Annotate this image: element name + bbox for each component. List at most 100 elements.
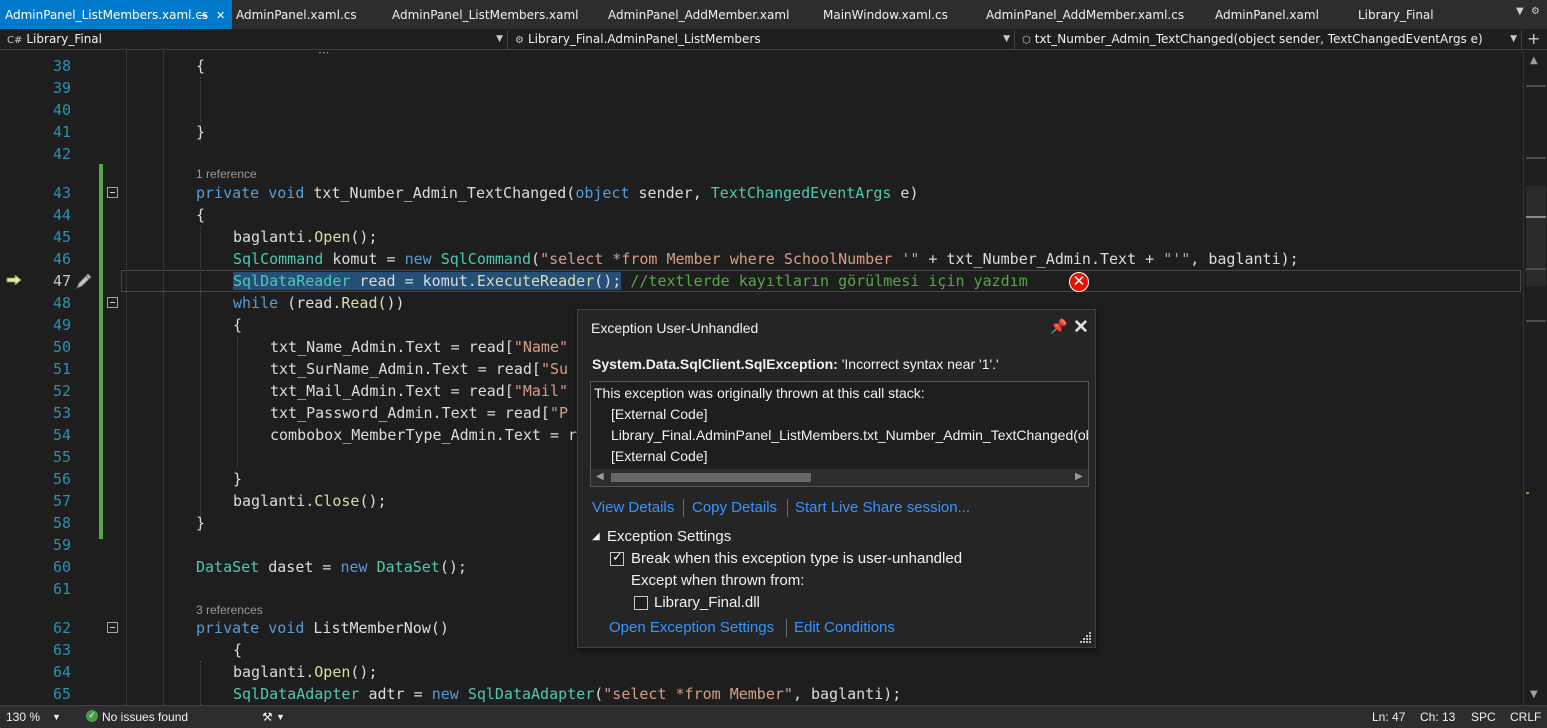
close-icon[interactable]: ✕ [1073,316,1089,339]
chevron-down-icon[interactable]: ▼ [276,712,285,722]
code-token: adtr = [359,685,432,703]
collapse-block-icon[interactable] [107,297,118,308]
code-token: Close [314,492,360,510]
tab-adminpanel-addmember-xaml[interactable]: AdminPanel_AddMember.xaml [608,0,789,29]
code-token: ( [531,250,541,268]
chevron-down-icon[interactable]: ▼ [52,712,61,722]
view-details-link[interactable]: View Details [592,499,674,516]
scrollbar-thumb[interactable] [611,473,811,482]
code-token: baglanti. [233,663,315,681]
code-line-46[interactable]: SqlCommand komut = new SqlCommand("selec… [233,248,1547,270]
line-ending-indicator[interactable]: CRLF [1510,710,1541,724]
link-separator [787,499,788,517]
code-token: sender, [629,184,711,202]
break-on-exception-label: Break when this exception type is user-u… [631,550,963,567]
call-stack-frame[interactable]: Library_Final.AdminPanel_ListMembers.txt… [611,427,1088,443]
code-line-38[interactable]: { [196,55,1547,77]
break-on-exception-checkbox[interactable] [610,550,624,566]
column-indicator[interactable]: Ch: 13 [1420,710,1455,724]
line-indicator[interactable]: Ln: 47 [1372,710,1405,724]
issues-status[interactable]: No issues found [102,710,188,724]
resize-grip-icon[interactable] [1078,630,1092,644]
code-token: () [430,619,449,637]
scroll-up-icon[interactable]: ▲ [1530,55,1538,66]
tab-adminpanel-listmembers-xaml[interactable]: AdminPanel_ListMembers.xaml [392,0,579,29]
tab-adminpanel-addmember-xaml-cs[interactable]: AdminPanel_AddMember.xaml.cs [986,0,1184,29]
code-line-41[interactable]: } [196,121,1547,143]
code-cleanup-brush-icon[interactable]: ⚒ [262,710,273,724]
tab-adminpanel-xaml[interactable]: AdminPanel.xaml [1215,0,1319,29]
class-dropdown[interactable]: ⚙ Library_Final.AdminPanel_ListMembers ▼ [510,30,1015,49]
split-window-icon[interactable]: + [1527,30,1540,48]
scrollbar-marker [1526,85,1546,87]
except-when-thrown-label: Except when thrown from: [631,572,805,589]
line-number-gutter: 38 39 40 41 42 43 44 45 46 47 48 49 50 5… [0,51,100,705]
library-final-dll-label: Library_Final.dll [654,594,760,611]
call-stack-frame[interactable]: [External Code] [611,448,708,464]
open-exception-settings-link[interactable]: Open Exception Settings [609,619,774,636]
horizontal-scrollbar[interactable]: ◀ ▶ [591,469,1088,486]
close-icon[interactable]: ✕ [216,0,225,31]
call-stack-frame[interactable]: [External Code] [611,406,708,422]
scrollbar-thumb[interactable] [1526,186,1546,286]
code-token: while [233,294,279,312]
pin-icon[interactable]: ⊸ [198,0,207,31]
scroll-right-icon[interactable]: ▶ [1075,471,1083,482]
copy-details-link[interactable]: Copy Details [692,499,777,516]
vertical-scrollbar[interactable]: ▲ ▼ [1523,51,1547,705]
line-number: 63 [52,641,71,659]
scroll-down-icon[interactable]: ▼ [1530,689,1538,700]
exception-text: 'Incorrect syntax near '1'.' [841,356,999,372]
tab-adminpanel-listmembers-xaml-cs[interactable]: AdminPanel_ListMembers.xaml.cs ⊸ ✕ [0,0,232,29]
line-number: 46 [52,250,71,268]
settings-icon[interactable]: ⚙ [1531,6,1540,17]
code-line-64[interactable]: baglanti.Open(); [233,661,1547,683]
tab-adminpanel-xaml-cs[interactable]: AdminPanel.xaml.cs [236,0,357,29]
scroll-left-icon[interactable]: ◀ [596,471,604,482]
code-token: "Mail" [513,382,569,400]
code-line-44[interactable]: { [196,204,1547,226]
scrollbar-marker [1526,268,1546,270]
csharp-project-icon: C# [7,35,23,46]
call-stack-box[interactable]: This exception was originally thrown at … [590,381,1089,487]
edit-conditions-link[interactable]: Edit Conditions [794,619,895,636]
collapse-triangle-icon[interactable]: ◢ [592,531,600,542]
code-line-47[interactable]: SqlDataReader read = komut.ExecuteReader… [233,270,1547,292]
library-final-dll-checkbox[interactable] [634,596,648,610]
line-number: 52 [52,382,71,400]
code-line-43[interactable]: private void txt_Number_Admin_TextChange… [196,182,1547,204]
member-dropdown[interactable]: ⬡ txt_Number_Admin_TextChanged(object sen… [1017,30,1522,49]
code-token: "'" [1163,250,1191,268]
whitespace-indicator[interactable]: SPC [1471,710,1496,724]
project-dropdown[interactable]: C# Library_Final ▼ [2,30,508,49]
line-number: 39 [52,79,71,97]
error-icon[interactable]: ✕ [1069,272,1089,292]
codelens-references[interactable]: 3 references [196,603,263,617]
collapse-method-icon[interactable] [107,187,118,198]
tab-mainwindow-xaml-cs[interactable]: MainWindow.xaml.cs [823,0,948,29]
pin-icon[interactable]: 📌 [1050,318,1067,335]
codelens-references[interactable]: 1 reference [196,167,257,181]
line-number: 40 [52,101,71,119]
code-editor[interactable]: 38 39 40 41 42 43 44 45 46 47 48 49 50 5… [0,51,1547,705]
line-number: 64 [52,663,71,681]
line-number: 53 [52,404,71,422]
collapse-method-icon[interactable] [107,622,118,633]
code-token-selected: read = komut. [350,272,477,290]
code-token: daset = [259,558,341,576]
code-comment: //textlerde kayıtların görülmesi için ya… [621,272,1028,290]
code-line-45[interactable]: baglanti.Open(); [233,226,1547,248]
edit-and-continue-icon[interactable] [74,271,94,291]
code-token: , baglanti); [792,685,902,703]
exception-settings-label[interactable]: Exception Settings [607,528,731,545]
code-token: SqlCommand [440,250,532,268]
tab-overflow-button[interactable]: ▼ ⚙ [1516,6,1544,24]
start-live-share-link[interactable]: Start Live Share session... [795,499,970,516]
code-line-65[interactable]: SqlDataAdapter adtr = new SqlDataAdapter… [233,683,1547,705]
tab-library-final[interactable]: Library_Final [1358,0,1434,29]
zoom-level-dropdown[interactable]: 130 % [6,710,40,724]
code-token: (read. [278,294,342,312]
call-stack-header: This exception was originally thrown at … [594,385,925,401]
